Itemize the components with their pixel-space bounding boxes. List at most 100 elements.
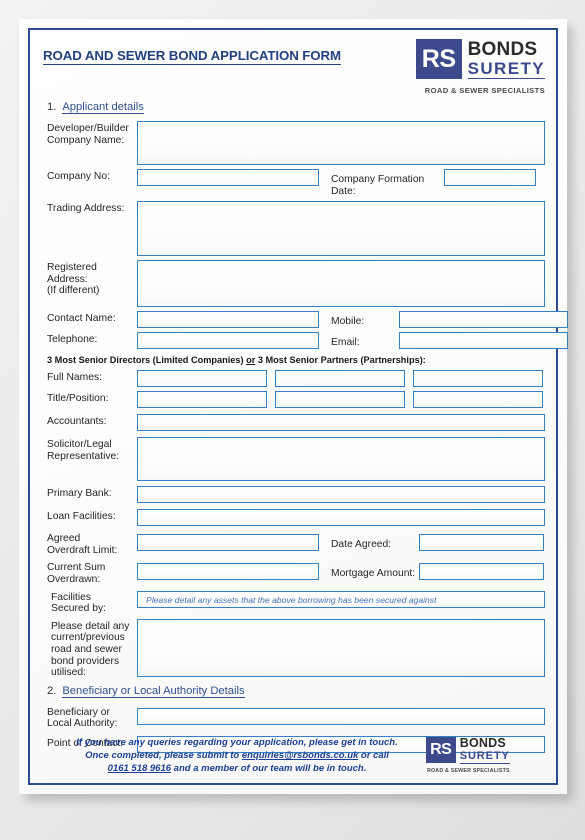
- section-heading-applicant: 1. Applicant details: [47, 101, 545, 114]
- mobile-input[interactable]: [399, 311, 568, 329]
- row-title-position: Title/Position:: [41, 391, 545, 409]
- directors-subheading-or: or: [246, 355, 256, 366]
- row-contact-name: Contact Name: Mobile:: [41, 311, 568, 329]
- label-agreed-overdraft-limit: Agreed Overdraft Limit:: [41, 531, 137, 556]
- row-facilities-secured-by: Facilities Secured by: Please detail any…: [41, 590, 545, 615]
- form-header: ROAD AND SEWER BOND APPLICATION FORM RS …: [41, 39, 545, 101]
- form-page: ROAD AND SEWER BOND APPLICATION FORM RS …: [19, 19, 568, 794]
- footer-line-2-pre: Once completed, please submit to: [85, 750, 242, 761]
- label-line-1: Please detail any: [51, 620, 130, 632]
- directors-subheading-pre: 3 Most Senior Directors (Limited Compani…: [47, 355, 247, 366]
- agreed-overdraft-limit-input[interactable]: [137, 534, 319, 552]
- bond-providers-input[interactable]: [137, 618, 545, 677]
- footer-line-3-post: and a member of our team will be in touc…: [171, 763, 367, 774]
- solicitor-input[interactable]: [137, 437, 545, 482]
- full-name-3-input[interactable]: [413, 370, 543, 388]
- label-line-3: (If different): [47, 285, 100, 297]
- registered-address-input[interactable]: [137, 260, 545, 308]
- label-line-2: Company Name:: [47, 134, 125, 146]
- full-name-1-input[interactable]: [137, 370, 267, 388]
- label-date-agreed: Date Agreed:: [331, 539, 392, 551]
- label-company-formation-date: Company Formation Date:: [331, 174, 425, 197]
- label-contact-name: Contact Name:: [47, 313, 116, 325]
- label-line-1: Developer/Builder: [47, 123, 129, 134]
- label-line-1: Current Sum: [47, 562, 106, 574]
- row-solicitor: Solicitor/Legal Representative:: [41, 437, 545, 482]
- label-bond-providers: Please detail any current/previous road …: [41, 619, 137, 679]
- label-line-4: bond providers: [51, 655, 120, 667]
- accountants-input[interactable]: [137, 414, 545, 432]
- row-agreed-overdraft: Agreed Overdraft Limit: Date Agreed:: [41, 531, 545, 556]
- footer-contact-text: If you have any queries regarding your a…: [76, 736, 398, 775]
- logo-wordmark: BONDS SURETY: [459, 737, 510, 764]
- row-primary-bank: Primary Bank:: [41, 486, 545, 504]
- beneficiary-authority-input[interactable]: [137, 707, 545, 725]
- footer-logo-wrap: RS BONDS SURETY ROAD & SEWER SPECIALISTS: [414, 737, 510, 774]
- section-label: Beneficiary or Local Authority Details: [62, 684, 245, 698]
- label-line-1: Registered: [47, 262, 97, 274]
- contact-name-input[interactable]: [137, 311, 319, 329]
- footer-line-3: 0161 518 9616 and a member of our team w…: [76, 762, 398, 775]
- title-position-3-input[interactable]: [413, 391, 543, 409]
- section-label: Applicant details: [62, 101, 144, 114]
- rs-monogram-icon: RS: [415, 39, 462, 79]
- label-trading-address: Trading Address:: [47, 203, 125, 215]
- label-line-2: Local Authority:: [47, 718, 118, 730]
- footer-line-2: Once completed, please submit to enquiri…: [76, 749, 398, 762]
- current-sum-overdrawn-input[interactable]: [137, 563, 319, 581]
- telephone-input[interactable]: [137, 332, 319, 350]
- logo-wordmark: BONDS SURETY: [467, 38, 545, 79]
- footer-email-link[interactable]: enquiries@rsbonds.co.uk: [242, 750, 358, 761]
- label-line-1: Beneficiary or: [47, 706, 110, 718]
- logo-lockup: RS BONDS SURETY: [414, 737, 510, 764]
- row-bond-providers: Please detail any current/previous road …: [41, 618, 545, 679]
- footer-line-2-post: or call: [358, 750, 389, 761]
- label-line-2: Overdrawn:: [47, 573, 101, 585]
- label-developer-company-name: Developer/Builder Company Name:: [41, 121, 137, 146]
- title-position-2-input[interactable]: [275, 391, 405, 409]
- company-no-input[interactable]: [137, 169, 319, 186]
- logo-bonds-text: BONDS: [467, 38, 538, 60]
- label-line-2: current/previous: [51, 632, 125, 644]
- label-solicitor: Solicitor/Legal Representative:: [41, 437, 137, 462]
- email-input[interactable]: [399, 332, 568, 350]
- row-full-names: Full Names:: [41, 370, 545, 388]
- facilities-secured-by-placeholder: Please detail any assets that the above …: [146, 594, 437, 605]
- logo-tagline: ROAD & SEWER SPECIALISTS: [426, 767, 510, 774]
- label-full-names: Full Names:: [47, 372, 102, 384]
- company-formation-date-input[interactable]: [444, 169, 536, 186]
- label-beneficiary-authority: Beneficiary or Local Authority:: [41, 705, 137, 730]
- row-loan-facilities: Loan Facilities:: [41, 509, 545, 527]
- row-telephone: Telephone: Email:: [41, 332, 568, 350]
- loan-facilities-input[interactable]: [137, 509, 545, 527]
- label-registered-address: Registered Address: (If different): [41, 260, 137, 297]
- row-beneficiary-authority: Beneficiary or Local Authority:: [41, 705, 545, 730]
- label-line-2: Overdraft Limit:: [47, 544, 118, 556]
- footer-phone-link[interactable]: 0161 518 9616: [108, 763, 171, 774]
- label-line-2: Representative:: [47, 450, 120, 462]
- label-line-2: Address:: [47, 273, 88, 285]
- label-line-5: utilised:: [51, 667, 86, 679]
- row-registered-address: Registered Address: (If different): [41, 260, 545, 308]
- form-content: ROAD AND SEWER BOND APPLICATION FORM RS …: [30, 30, 568, 783]
- developer-company-name-input[interactable]: [137, 121, 545, 165]
- primary-bank-input[interactable]: [137, 486, 545, 504]
- section-number: 1.: [47, 101, 57, 113]
- trading-address-input[interactable]: [137, 201, 545, 257]
- label-line-1: Solicitor/Legal: [47, 439, 112, 451]
- label-line-3: road and sewer: [51, 643, 122, 655]
- facilities-secured-by-input[interactable]: Please detail any assets that the above …: [137, 590, 545, 608]
- directors-subheading: 3 Most Senior Directors (Limited Compani…: [47, 355, 545, 365]
- mortgage-amount-input[interactable]: [419, 563, 544, 581]
- label-primary-bank: Primary Bank:: [47, 488, 112, 500]
- rs-monogram-icon: RS: [425, 737, 456, 764]
- row-trading-address: Trading Address:: [41, 201, 545, 257]
- full-name-2-input[interactable]: [275, 370, 405, 388]
- brand-logo: RS BONDS SURETY ROAD & SEWER SPECIALISTS: [405, 39, 545, 95]
- section-number: 2.: [47, 684, 57, 697]
- title-position-1-input[interactable]: [137, 391, 267, 409]
- date-agreed-input[interactable]: [419, 534, 544, 552]
- footer-line-1: If you have any queries regarding your a…: [76, 737, 398, 748]
- label-line-1: Facilities: [51, 591, 92, 603]
- page-title: ROAD AND SEWER BOND APPLICATION FORM: [43, 48, 342, 65]
